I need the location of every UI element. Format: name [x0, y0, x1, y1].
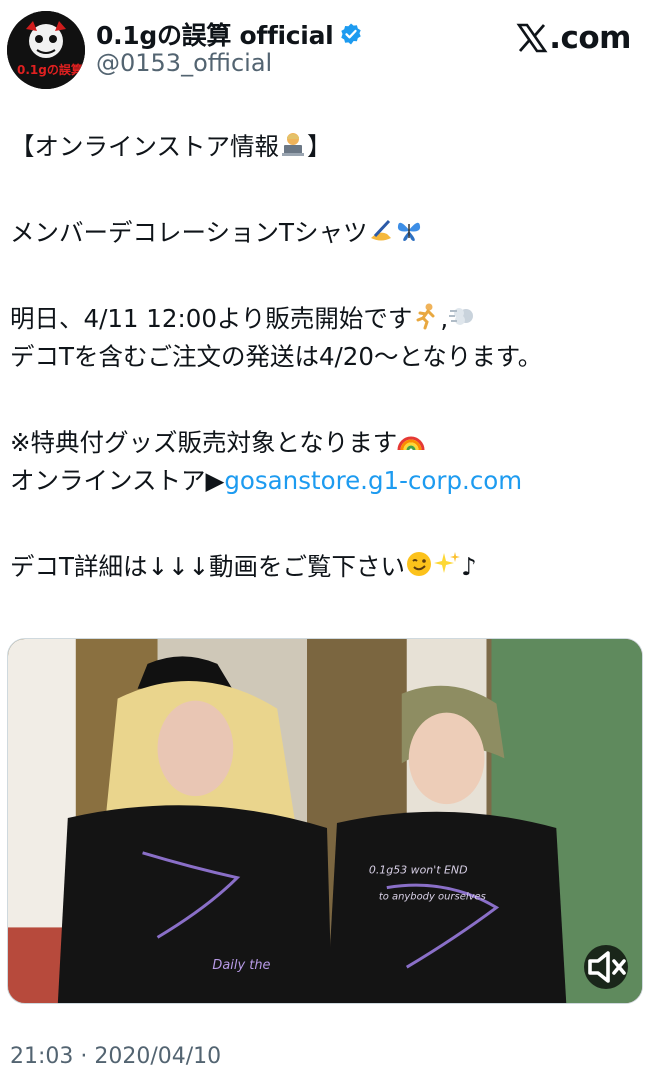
store-label: オンラインストア▶ — [10, 466, 225, 495]
sparkles-emoji — [434, 552, 461, 573]
tweet-line-4: デコTを含むご注文の発送は4/20〜となります。 — [10, 342, 543, 371]
store-link[interactable]: gosanstore.g1-corp.com — [224, 466, 522, 495]
tweet-text: 【オンラインストア情報 】 メンバーデコレーションTシャツ 明日、4/11 12… — [10, 128, 635, 586]
avatar-logo-text: 0.1gの誤算 — [17, 62, 83, 77]
video-media[interactable]: Daily the 0.1g53 won't END to anybody ou… — [7, 638, 643, 1004]
dash-emoji — [449, 308, 474, 325]
x-logo-icon — [516, 23, 548, 53]
tweet-line-3-text: 明日、4/11 12:00より販売開始です — [10, 304, 413, 333]
shirt-right-text-1: 0.1g53 won't END — [369, 864, 468, 877]
tweet-card: 0.1gの誤算 0.1gの誤算 official @0153_official … — [0, 0, 645, 1080]
tweet-line-6: オンラインストア▶gosanstore.g1-corp.com — [10, 462, 635, 500]
butterfly-emoji — [398, 222, 421, 241]
tweet-line-3: 明日、4/11 12:00より販売開始です , — [10, 300, 635, 338]
mute-button[interactable] — [584, 945, 628, 989]
tweet-line-5: ※特典付グッズ販売対象となります — [10, 424, 635, 462]
runner-emoji — [416, 303, 435, 330]
author-handle[interactable]: @0153_official — [96, 49, 272, 77]
display-name[interactable]: 0.1gの誤算 official — [96, 16, 334, 52]
tweet-line-5-text: ※特典付グッズ販売対象となります — [10, 428, 398, 457]
video-thumbnail: Daily the 0.1g53 won't END to anybody ou… — [8, 639, 642, 1003]
tweet-line-3-comma: , — [440, 304, 449, 333]
avatar-logo-icon: 0.1gの誤算 — [7, 11, 85, 89]
tweet-line-1: 【オンラインストア情報 】 — [10, 128, 635, 166]
x-site-logo[interactable]: .com — [516, 20, 631, 56]
x-logo-text: .com — [549, 20, 631, 56]
tweet-line-2-text: メンバーデコレーションTシャツ — [10, 218, 368, 247]
tweet-line-7-text: デコT詳細は↓↓↓動画をご覧下さい — [10, 552, 406, 581]
verified-badge-icon — [341, 23, 362, 45]
author-name-row[interactable]: 0.1gの誤算 official — [96, 16, 363, 52]
tweet-line-7-note: ♪ — [461, 552, 477, 581]
mute-icon — [588, 951, 626, 983]
tweet-line-7: デコT詳細は↓↓↓動画をご覧下さい ♪ — [10, 548, 635, 586]
tweet-line-1-close: 】 — [307, 132, 332, 161]
laptop-person-emoji — [282, 133, 305, 156]
tweet-timestamp[interactable]: 21:03 · 2020/04/10 — [10, 1044, 221, 1069]
writing-hand-emoji — [371, 219, 392, 241]
shirt-right-text-2: to anybody ourselves — [379, 892, 486, 903]
profile-avatar[interactable]: 0.1gの誤算 — [7, 11, 85, 89]
rainbow-emoji — [397, 436, 425, 451]
tweet-line-2: メンバーデコレーションTシャツ — [10, 214, 635, 252]
wink-emoji — [407, 552, 432, 576]
tweet-line-1-text: 【オンラインストア情報 — [10, 132, 280, 161]
shirt-left-text: Daily the — [212, 958, 270, 973]
